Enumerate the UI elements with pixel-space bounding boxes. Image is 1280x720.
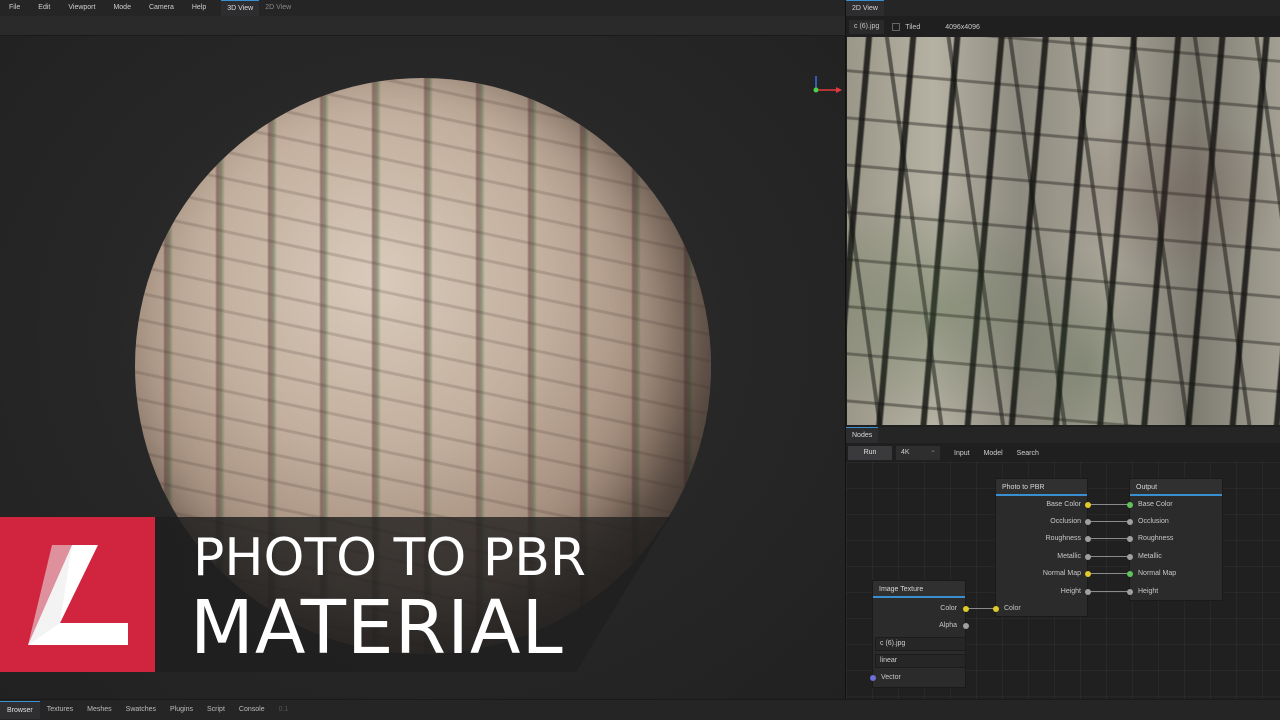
port-normal-map: Normal Map (1042, 570, 1081, 577)
port-in-metallic: Metallic (1138, 553, 1162, 560)
wire-height (1089, 591, 1129, 592)
bottom-tab-bar: Browser Textures Meshes Swatches Plugins… (0, 699, 1280, 720)
tab-2d-view[interactable]: 2D View (259, 0, 297, 16)
socket-in-base-color[interactable] (1127, 502, 1133, 508)
socket-vector-input[interactable] (870, 675, 876, 681)
node-title: Image Texture (873, 581, 965, 598)
socket-height[interactable] (1085, 589, 1091, 595)
port-in-normal-map: Normal Map (1138, 570, 1177, 577)
node-output[interactable]: Output Base Color Occlusion Roughness Me… (1127, 478, 1223, 601)
tab-browser[interactable]: Browser (0, 701, 40, 719)
tab-script[interactable]: Script (200, 701, 232, 719)
wire-color (966, 608, 996, 609)
image-resolution: 4096x4096 (945, 23, 980, 31)
tiled-checkbox[interactable] (892, 23, 901, 31)
port-in-roughness: Roughness (1138, 535, 1174, 542)
brand-logo (0, 517, 155, 672)
nodes-toolbar: Run 4K Input Model Search (846, 444, 1280, 462)
port-alpha-output: Alpha (939, 622, 957, 629)
tab-nodes[interactable]: Nodes (846, 427, 879, 443)
menu-viewport[interactable]: Viewport (59, 0, 104, 16)
socket-alpha-output[interactable] (963, 623, 969, 629)
menu-bar: File Edit Viewport Mode Camera Help 3D V… (0, 0, 845, 16)
tab-console[interactable]: Console (232, 701, 272, 719)
node-graph[interactable]: Photo to PBR Base Color Occlusion Roughn… (846, 462, 1280, 699)
socket-roughness[interactable] (1085, 536, 1091, 542)
menu-help[interactable]: Help (183, 0, 215, 16)
node-photo-to-pbr[interactable]: Photo to PBR Base Color Occlusion Roughn… (993, 478, 1091, 617)
port-in-height: Height (1138, 588, 1159, 595)
2d-view-tabbar: 2D View (846, 0, 1280, 16)
socket-base-color[interactable] (1085, 502, 1091, 508)
tab-3d-view[interactable]: 3D View (221, 0, 260, 16)
tiled-label: Tiled (905, 23, 921, 31)
port-roughness: Roughness (1045, 535, 1081, 542)
port-in-base-color: Base Color (1138, 501, 1173, 508)
nodes-tabbar: Nodes (846, 427, 1280, 443)
socket-color-output[interactable] (963, 606, 969, 612)
menu-edit[interactable]: Edit (29, 0, 59, 16)
tab-plugins[interactable]: Plugins (163, 701, 200, 719)
menu-mode[interactable]: Mode (104, 0, 140, 16)
socket-in-height[interactable] (1127, 589, 1133, 595)
version-label: 0.1 (278, 706, 289, 713)
socket-occlusion[interactable] (1085, 519, 1091, 525)
right-panel: 2D View c (6).jpg Tiled 4096x4096 Nodes … (845, 0, 1280, 699)
port-in-occlusion: Occlusion (1138, 518, 1169, 525)
node-image-texture[interactable]: Image Texture Color Alpha c (6).jpg line… (870, 580, 969, 688)
texture-image-overlay (847, 37, 1280, 425)
tab-2d-view-panel[interactable]: 2D View (846, 0, 884, 16)
socket-in-normal-map[interactable] (1127, 571, 1133, 577)
socket-in-occlusion[interactable] (1127, 519, 1133, 525)
brand-logo-icon (28, 545, 128, 645)
port-metallic: Metallic (1057, 553, 1081, 560)
title-line-1: PHOTO TO PBR (193, 528, 586, 588)
port-color-output: Color (940, 605, 957, 612)
input-menu[interactable]: Input (954, 450, 970, 457)
menu-camera[interactable]: Camera (140, 0, 183, 16)
menu-file[interactable]: File (0, 0, 29, 16)
image-file-field[interactable]: c (6).jpg (875, 637, 966, 651)
socket-in-roughness[interactable] (1127, 536, 1133, 542)
axis-gizmo-icon (813, 76, 842, 93)
port-color-input: Color (1004, 605, 1021, 612)
socket-in-metallic[interactable] (1127, 554, 1133, 560)
interpolation-select[interactable]: linear (875, 654, 966, 668)
tab-meshes[interactable]: Meshes (80, 701, 119, 719)
socket-color-input[interactable] (993, 606, 999, 612)
2d-view-info-bar: c (6).jpg Tiled 4096x4096 (846, 18, 1280, 36)
node-title: Photo to PBR (996, 479, 1087, 496)
image-filename-select[interactable]: c (6).jpg (849, 20, 885, 34)
wire-metallic (1089, 556, 1129, 557)
wire-roughness (1089, 538, 1129, 539)
model-menu[interactable]: Model (984, 450, 1003, 457)
search-menu[interactable]: Search (1017, 450, 1039, 457)
run-button[interactable]: Run (848, 446, 892, 460)
port-occlusion: Occlusion (1050, 518, 1081, 525)
wire-occlusion (1089, 521, 1129, 522)
socket-metallic[interactable] (1085, 554, 1091, 560)
port-height: Height (1060, 588, 1081, 595)
port-vector-input: Vector (881, 674, 901, 681)
wire-base-color (1089, 504, 1129, 505)
tab-swatches[interactable]: Swatches (119, 701, 163, 719)
viewport-toolbar (0, 16, 845, 36)
socket-normal-map[interactable] (1085, 571, 1091, 577)
node-title: Output (1130, 479, 1222, 496)
wire-normal-map (1089, 573, 1129, 574)
port-base-color: Base Color (1046, 501, 1081, 508)
resolution-select[interactable]: 4K (896, 444, 940, 460)
title-line-2: MATERIAL (190, 585, 564, 671)
tab-textures[interactable]: Textures (40, 701, 80, 719)
